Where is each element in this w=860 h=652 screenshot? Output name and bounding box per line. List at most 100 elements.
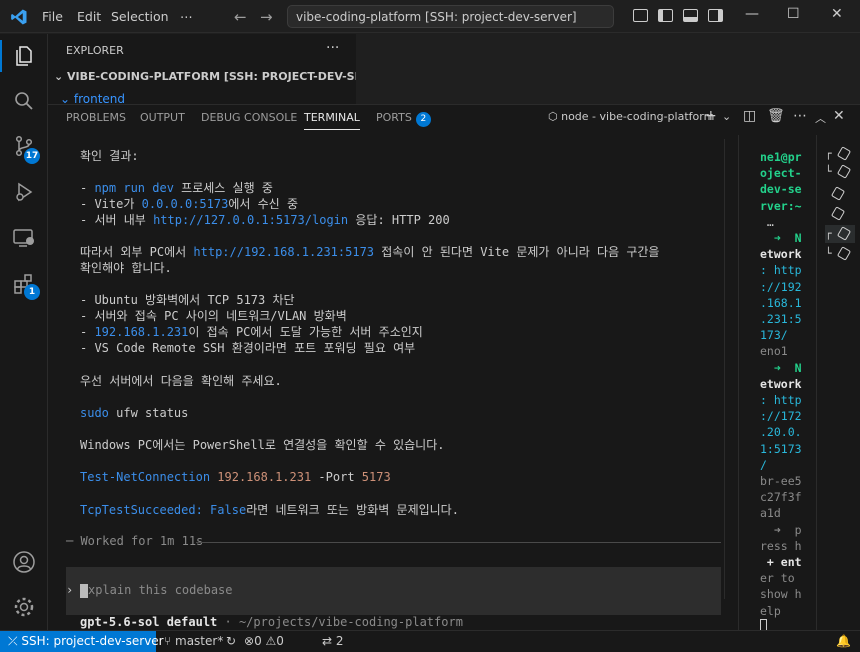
maximize-panel-icon[interactable]: ︿ [815,110,826,126]
terminal-tab[interactable] [825,205,855,223]
close-icon[interactable]: ✕ [831,6,843,22]
account-icon[interactable] [12,550,36,574]
side-terminal-line: + ent [760,555,802,569]
terminal-scrollbar[interactable] [724,139,727,599]
terminal-tabs-list: ┌ └ ┌ └ [816,135,860,631]
terminal-split-right[interactable]: ne1@pr oject-dev-se rver:~ … ➜ Network: ht… [738,135,808,633]
terminal-line: - Vite가 0.0.0.0:5173에서 수신 중 [80,196,298,212]
port-text: 5173 [361,470,391,484]
ports-badge: 2 [415,112,431,127]
branch-indicator[interactable]: ⑂ master* [164,634,223,648]
toggle-primary-sidebar-icon[interactable] [658,9,673,22]
new-terminal-icon[interactable]: + [705,108,717,124]
split-terminal-icon[interactable]: ◫ [743,108,756,124]
customize-layout-icon[interactable] [633,9,648,22]
terminal-tab[interactable]: └ [825,245,855,263]
side-terminal-line: etwork [760,376,802,391]
ports-indicator[interactable]: ⇄ 2 [322,634,344,648]
tree-branch-icon: └ [825,247,832,260]
command-center[interactable]: vibe-coding-platform [SSH: project-dev-s… [287,5,614,28]
tab-ports[interactable]: PORTS 2 [376,111,431,127]
search-icon[interactable] [12,89,36,113]
warning-count: 0 [276,634,284,648]
side-terminal-line: / [760,457,767,472]
sync-icon[interactable]: ↻ [226,634,236,648]
terminal-tab[interactable]: └ [825,163,855,181]
tab-terminal[interactable]: TERMINAL [304,111,360,130]
status-bar: ⤫ SSH: project-dev-server ⑂ master* ↻ ⊗0… [0,630,860,652]
explorer-sidebar: EXPLORER ··· ⌄ VIBE-CODING-PLATFORM [SSH… [48,34,400,106]
panel-more-icon[interactable]: ⋯ [793,108,807,124]
explorer-files-icon[interactable] [12,44,36,68]
side-terminal-line: ➜ N [760,360,802,375]
tree-branch-icon: ┌ [825,147,832,160]
tab-debug-console[interactable]: DEBUG CONSOLE [201,111,297,124]
text: - 서버 내부 [80,213,154,227]
side-terminal-line: ://192 [760,279,802,294]
remote-label: SSH: project-dev-server [21,634,164,648]
explorer-title: EXPLORER [66,44,124,57]
menu-file[interactable]: File [42,9,63,24]
command-text: sudo [80,406,109,420]
prompt-input[interactable]: › xplain this codebase [66,567,721,615]
back-arrow-icon[interactable]: ← [234,8,247,26]
active-terminal-name[interactable]: ⬡ node - vibe-coding-platform [548,110,714,123]
terminal-main[interactable]: 확인 결과: - npm run dev 프로세스 실행 중 - Vite가 0… [48,135,728,631]
side-terminal-line: ➜ N [760,231,802,245]
menu-more[interactable]: ⋯ [180,9,193,24]
forward-arrow-icon[interactable]: → [260,8,273,26]
side-terminal-line: eno1 [760,344,788,359]
side-terminal-line: show h [760,587,802,602]
explorer-more-actions[interactable]: ··· [326,40,339,56]
branch-icon: ⑂ [164,634,176,648]
minimize-icon[interactable]: — [745,6,759,22]
text: 에서 수신 중 [228,197,298,211]
run-debug-icon[interactable] [12,180,36,204]
toggle-secondary-sidebar-icon[interactable] [708,9,723,22]
side-terminal-line: etwork [760,247,802,262]
remote-indicator[interactable]: ⤫ SSH: project-dev-server [0,631,164,652]
address-text: 0.0.0.0:5173 [141,197,229,211]
terminal-line: - VS Code Remote SSH 환경이라면 포트 포워딩 필요 여부 [80,341,416,355]
terminal-tab[interactable] [825,185,855,203]
kill-terminal-icon[interactable]: 🗑 [767,108,785,124]
terminal-instance-icon [836,246,852,261]
maximize-icon[interactable]: ☐ [787,6,800,22]
terminal-line: - 서버와 접속 PC 사이의 네트워크/VLAN 방화벽 [80,309,347,323]
side-terminal-line: … [760,214,774,229]
side-terminal-line: a1d [760,506,781,521]
menu-selection[interactable]: Selection [111,9,169,24]
tab-output[interactable]: OUTPUT [140,111,185,124]
vscode-logo-icon [11,9,27,25]
side-terminal-line: dev-se [760,182,802,197]
terminal-dropdown-icon[interactable]: ⌄ [722,110,731,123]
url-link[interactable]: http://192.168.1.231:5173 [193,245,374,259]
toggle-panel-icon[interactable] [683,9,698,22]
text: False [202,503,247,517]
side-terminal-line: ://172 [760,409,802,424]
side-terminal-line: : http [760,393,802,407]
terminal-line: TcpTestSucceeded: False라면 네트워크 또는 방화벽 문제… [80,502,459,518]
url-link[interactable]: http://127.0.0.1:5173/login [153,213,348,227]
warning-icon: ⚠ [265,634,277,648]
command-text: Test-NetConnection [80,470,211,484]
notifications-bell-icon[interactable]: 🔔 [836,634,851,648]
text: ufw status [108,406,189,420]
text: 프로세스 실행 중 [173,181,273,195]
error-count: 0 [254,634,262,648]
terminal-line: - Ubuntu 방화벽에서 TCP 5173 차단 [80,293,295,307]
remote-icon: ⤫ [8,634,22,648]
manage-gear-icon[interactable] [12,595,36,619]
terminal-line: Windows PC에서는 PowerShell로 연결성을 확인할 수 있습니… [80,438,445,452]
remote-explorer-icon[interactable] [12,226,36,250]
workspace-root[interactable]: ⌄ VIBE-CODING-PLATFORM [SSH: PROJECT-DEV… [54,70,400,83]
tab-problems[interactable]: PROBLEMS [66,111,126,124]
terminal-tab[interactable]: ┌ [825,145,855,163]
terminal-tab-active[interactable]: ┌ [825,225,855,243]
problems-indicator[interactable]: ⊗0 ⚠0 [244,634,284,648]
side-terminal-line: ress h [760,538,802,553]
side-terminal-line: br-ee5 [760,474,802,488]
menu-edit[interactable]: Edit [77,9,101,24]
close-panel-icon[interactable]: ✕ [833,108,845,124]
model-status-line: gpt-5.6-sol default · ~/projects/vibe-co… [80,615,463,629]
